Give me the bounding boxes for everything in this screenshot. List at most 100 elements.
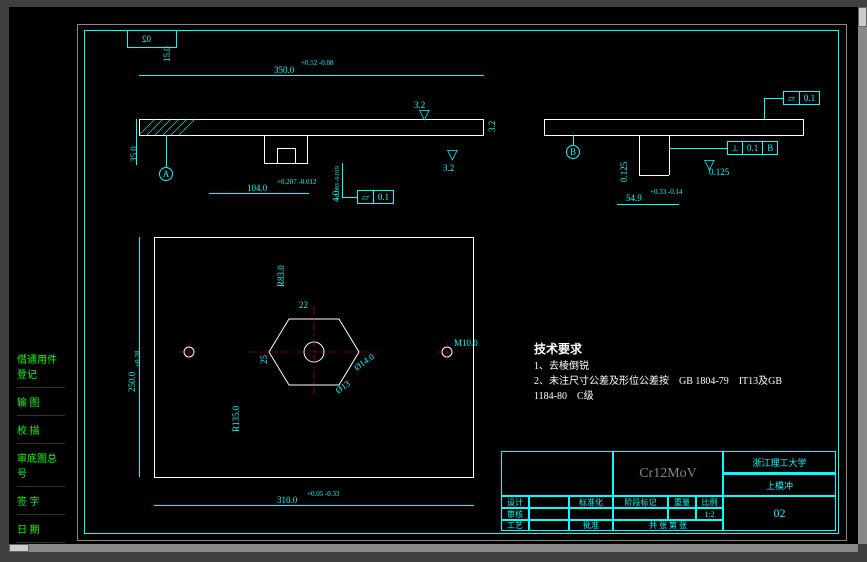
dim-549: 54.9 bbox=[626, 193, 642, 203]
tb-hdr-process: 工艺 bbox=[501, 520, 529, 531]
plan-top bbox=[154, 237, 474, 238]
dim-25: 25 bbox=[259, 355, 269, 364]
boss-step1 bbox=[277, 148, 278, 163]
datum-a-label: A bbox=[163, 169, 170, 179]
dim-22: 22 bbox=[299, 300, 308, 310]
gdt-flat2-val: 0.1 bbox=[800, 92, 819, 104]
datum-b-label: B bbox=[570, 147, 576, 157]
tb-hdr-design: 设计 bbox=[501, 496, 529, 508]
boss-bottom bbox=[264, 163, 308, 164]
gdt2-leader-h bbox=[764, 98, 783, 99]
horizontal-scrollbar-thumb[interactable] bbox=[9, 544, 29, 552]
gdt1-leader2 bbox=[342, 197, 357, 198]
right-view-top bbox=[544, 119, 804, 120]
dim-250-tol: +0.28 bbox=[134, 351, 142, 367]
tb-hdr-weight: 重量 bbox=[668, 496, 696, 508]
sheet-number: 02 bbox=[142, 34, 151, 44]
top-view-right bbox=[483, 119, 484, 135]
dim-310: 310.0 bbox=[277, 495, 297, 505]
dim-549-tol: +0.33 -0.14 bbox=[650, 189, 683, 196]
dim-0125: 0.125 bbox=[619, 162, 629, 182]
gdt-flatness-2: ⏥ 0.1 bbox=[783, 91, 820, 105]
tb-hdr-scale: 比例 bbox=[696, 496, 723, 508]
right-view-left bbox=[544, 119, 545, 135]
sf32c: 3.2 bbox=[487, 121, 497, 132]
dim-250-line bbox=[139, 237, 140, 477]
vertical-scrollbar-thumb[interactable] bbox=[858, 7, 867, 27]
surface-finish-icon-3: ▽ bbox=[704, 157, 715, 174]
rboss-l bbox=[639, 135, 640, 175]
notes-1: 1、去棱倒锐 bbox=[534, 357, 589, 372]
dim-m10: M10.0 bbox=[454, 338, 478, 348]
dim-35: 35.0 bbox=[129, 146, 139, 162]
tb-sheet: 共 张 第 张 bbox=[613, 520, 723, 531]
gdt-perp-sym: ⟂ bbox=[728, 142, 743, 154]
gdt-flat2-sym: ⏥ bbox=[784, 92, 800, 104]
tab-check[interactable]: 校 描 bbox=[17, 416, 65, 444]
dim-104-tol: +0.207 -0.012 bbox=[277, 179, 317, 186]
drawing-canvas[interactable]: 02 借通用件登记 输 图 校 描 审底图总号 签 字 日 期 350.0 +0… bbox=[9, 7, 858, 544]
tb-scale: 1:2 bbox=[696, 508, 723, 520]
datum-b: B bbox=[566, 145, 580, 159]
datum-a: A bbox=[159, 167, 173, 181]
dim-549-line bbox=[617, 204, 679, 205]
tb-hdr-approve: 批准 bbox=[569, 520, 613, 531]
gdt-perp-ref: B bbox=[763, 142, 777, 154]
plan-right bbox=[473, 237, 474, 477]
notes-2: 2、未注尺寸公差及形位公差按 GB 1804-79 IT13及GB bbox=[534, 372, 782, 387]
dim-4-tol: +0.083 -0.019 bbox=[335, 166, 341, 200]
tab-drawing[interactable]: 输 图 bbox=[17, 388, 65, 416]
right-view-right bbox=[803, 119, 804, 135]
top-view-bottom bbox=[139, 135, 484, 136]
dim-250: 250.0 bbox=[127, 372, 137, 392]
notes-title: 技术要求 bbox=[534, 340, 582, 357]
hatch-left bbox=[139, 119, 199, 135]
boss-step2 bbox=[295, 148, 296, 163]
boss-left bbox=[264, 135, 265, 163]
left-tabs: 借通用件登记 输 图 校 描 审底图总号 签 字 日 期 bbox=[17, 345, 65, 543]
tb-partname: 上模冲 bbox=[723, 474, 836, 496]
tb-hdr-review: 审核 bbox=[501, 508, 529, 520]
tb-sheetno: 02 bbox=[723, 496, 836, 531]
hole-l bbox=[179, 342, 199, 362]
dim-310-tol: +0.05 -0.33 bbox=[307, 491, 340, 498]
vertical-scrollbar[interactable] bbox=[858, 7, 867, 544]
gdt-perp-val: 0.1 bbox=[743, 142, 763, 154]
sf32a: 3.2 bbox=[414, 100, 425, 110]
tab-basenum[interactable]: 审底图总号 bbox=[17, 444, 65, 487]
datum-a-leader bbox=[166, 135, 167, 167]
tb-hdr-std: 标准化 bbox=[569, 496, 613, 508]
tb-material: Cr12MoV bbox=[613, 451, 723, 496]
tab-sign[interactable]: 签 字 bbox=[17, 487, 65, 515]
horizontal-scrollbar[interactable] bbox=[9, 544, 858, 552]
dim-r83: R83.0 bbox=[276, 265, 286, 287]
dim-350-tol: +0.52 -0.08 bbox=[301, 60, 334, 67]
dim-310-line bbox=[154, 505, 474, 506]
rboss-b bbox=[639, 175, 669, 176]
dim-15: 15.0 bbox=[162, 46, 172, 62]
dim-35-line bbox=[136, 119, 137, 165]
surface-finish-icon-2: ▽ bbox=[447, 147, 458, 164]
gdt2-leader-v bbox=[764, 98, 765, 119]
dim-350-line bbox=[139, 75, 484, 76]
rboss-r bbox=[669, 135, 670, 175]
gdt1-leader bbox=[342, 163, 343, 197]
right-view-bottom bbox=[544, 135, 804, 136]
plan-left bbox=[154, 237, 155, 477]
center-profile bbox=[249, 307, 379, 397]
notes-3: 1184-80 C级 bbox=[534, 387, 594, 402]
boss-right bbox=[307, 135, 308, 163]
tb-hdr-stage: 阶段标记 bbox=[613, 496, 668, 508]
sf32b: 3.2 bbox=[443, 163, 454, 173]
dim-104-line bbox=[209, 193, 309, 194]
tab-date[interactable]: 日 期 bbox=[17, 515, 65, 543]
datum-b-leader bbox=[573, 135, 574, 145]
gdt-flat-val: 0.1 bbox=[374, 191, 393, 203]
dim-r135: R135.0 bbox=[231, 406, 241, 432]
gdt-perp-leader bbox=[669, 148, 727, 149]
tab-register[interactable]: 借通用件登记 bbox=[17, 345, 65, 388]
dim-350: 350.0 bbox=[274, 65, 294, 75]
boss-step-top bbox=[277, 148, 295, 149]
gdt-flat-sym: ⏥ bbox=[358, 191, 374, 203]
plan-bottom bbox=[154, 477, 474, 478]
